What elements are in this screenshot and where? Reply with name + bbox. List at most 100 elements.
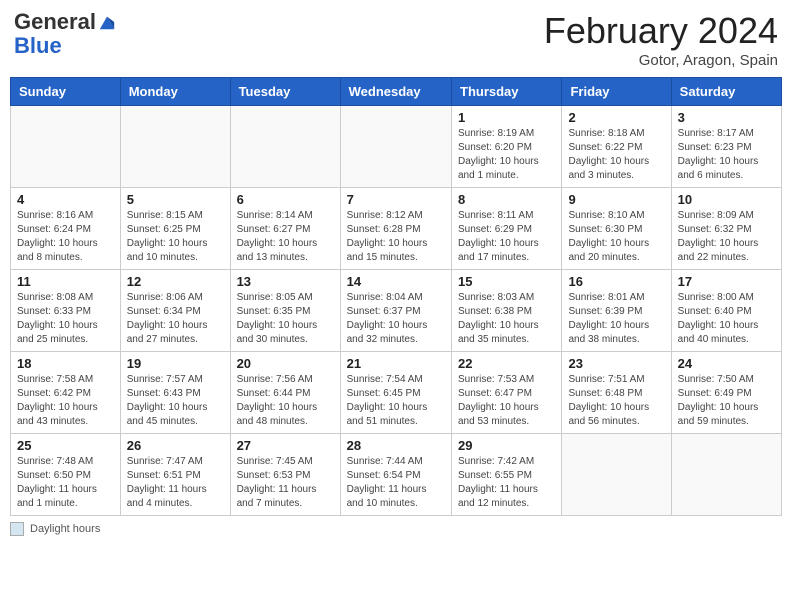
- logo-icon: [98, 13, 116, 31]
- week-row-1: 4 Sunrise: 8:16 AM Sunset: 6:24 PM Daylig…: [11, 188, 782, 270]
- day-info: Sunrise: 7:42 AM Sunset: 6:55 PM Dayligh…: [458, 455, 555, 511]
- day-number: 15: [458, 274, 555, 289]
- day-info: Sunrise: 7:45 AM Sunset: 6:53 PM Dayligh…: [237, 455, 334, 511]
- calendar-cell: 25Sunrise: 7:48 AM Sunset: 6:50 PM Dayli…: [11, 434, 121, 516]
- footer-note: Daylight hours: [10, 522, 782, 536]
- day-info: Sunrise: 8:18 AM Sunset: 6:22 PM Dayligh…: [568, 127, 664, 183]
- day-number: 17: [678, 274, 775, 289]
- day-info: Sunrise: 8:11 AM Sunset: 6:29 PM Dayligh…: [458, 209, 555, 265]
- calendar-header-thursday: Thursday: [452, 78, 562, 106]
- day-info: Sunrise: 7:50 AM Sunset: 6:49 PM Dayligh…: [678, 373, 775, 429]
- week-row-3: 18 Sunrise: 7:58 AM Sunset: 6:42 PM Dayli…: [11, 352, 782, 434]
- day-number: 11: [17, 274, 114, 289]
- day-info: Sunrise: 8:15 AM Sunset: 6:25 PM Dayligh…: [127, 209, 224, 265]
- calendar-header-tuesday: Tuesday: [230, 78, 340, 106]
- calendar-table: SundayMondayTuesdayWednesdayThursdayFrid…: [10, 77, 782, 516]
- logo: General Blue: [14, 10, 116, 58]
- day-number: 25: [17, 438, 114, 453]
- day-number: 5: [127, 192, 224, 207]
- day-number: 21: [347, 356, 445, 371]
- day-number: 16: [568, 274, 664, 289]
- day-number: 18: [17, 356, 114, 371]
- day-info: Sunrise: 7:58 AM Sunset: 6:42 PM Dayligh…: [17, 373, 114, 429]
- day-info: Sunrise: 8:16 AM Sunset: 6:24 PM Dayligh…: [17, 209, 114, 265]
- calendar-cell: 27 Sunrise: 7:45 AM Sunset: 6:53 PM Dayli…: [230, 434, 340, 516]
- calendar-header-row: SundayMondayTuesdayWednesdayThursdayFrid…: [11, 78, 782, 106]
- day-info: Sunrise: 8:05 AM Sunset: 6:35 PM Dayligh…: [237, 291, 334, 347]
- calendar-header-monday: Monday: [120, 78, 230, 106]
- calendar-cell: 2Sunrise: 8:18 AM Sunset: 6:22 PM Daylig…: [562, 106, 671, 188]
- day-info: Sunrise: 8:17 AM Sunset: 6:23 PM Dayligh…: [678, 127, 775, 183]
- daylight-label: Daylight hours: [30, 523, 100, 535]
- calendar-cell: 23 Sunrise: 7:51 AM Sunset: 6:48 PM Dayli…: [562, 352, 671, 434]
- calendar-cell: 3 Sunrise: 8:17 AM Sunset: 6:23 PM Daylig…: [671, 106, 781, 188]
- page-header: General Blue February 2024 Gotor, Aragon…: [10, 10, 782, 69]
- calendar-cell: 6 Sunrise: 8:14 AM Sunset: 6:27 PM Daylig…: [230, 188, 340, 270]
- day-number: 23: [568, 356, 664, 371]
- calendar-cell: 21 Sunrise: 7:54 AM Sunset: 6:45 PM Dayli…: [340, 352, 451, 434]
- calendar-cell: 4 Sunrise: 8:16 AM Sunset: 6:24 PM Daylig…: [11, 188, 121, 270]
- calendar-cell: 8 Sunrise: 8:11 AM Sunset: 6:29 PM Daylig…: [452, 188, 562, 270]
- day-number: 19: [127, 356, 224, 371]
- day-number: 24: [678, 356, 775, 371]
- location: Gotor, Aragon, Spain: [544, 52, 778, 69]
- calendar-cell: 28 Sunrise: 7:44 AM Sunset: 6:54 PM Dayli…: [340, 434, 451, 516]
- day-info: Sunrise: 8:00 AM Sunset: 6:40 PM Dayligh…: [678, 291, 775, 347]
- day-number: 8: [458, 192, 555, 207]
- calendar-cell: 13Sunrise: 8:05 AM Sunset: 6:35 PM Dayli…: [230, 270, 340, 352]
- day-info: Sunrise: 8:04 AM Sunset: 6:37 PM Dayligh…: [347, 291, 445, 347]
- day-info: Sunrise: 8:01 AM Sunset: 6:39 PM Dayligh…: [568, 291, 664, 347]
- day-info: Sunrise: 7:54 AM Sunset: 6:45 PM Dayligh…: [347, 373, 445, 429]
- day-info: Sunrise: 8:03 AM Sunset: 6:38 PM Dayligh…: [458, 291, 555, 347]
- calendar-cell: 24 Sunrise: 7:50 AM Sunset: 6:49 PM Dayli…: [671, 352, 781, 434]
- week-row-4: 25Sunrise: 7:48 AM Sunset: 6:50 PM Dayli…: [11, 434, 782, 516]
- day-number: 27: [237, 438, 334, 453]
- calendar-cell: [562, 434, 671, 516]
- day-info: Sunrise: 7:57 AM Sunset: 6:43 PM Dayligh…: [127, 373, 224, 429]
- calendar-cell: 18 Sunrise: 7:58 AM Sunset: 6:42 PM Dayli…: [11, 352, 121, 434]
- month-title: February 2024: [544, 10, 778, 52]
- calendar-cell: 16 Sunrise: 8:01 AM Sunset: 6:39 PM Dayli…: [562, 270, 671, 352]
- day-info: Sunrise: 7:56 AM Sunset: 6:44 PM Dayligh…: [237, 373, 334, 429]
- day-info: Sunrise: 8:19 AM Sunset: 6:20 PM Dayligh…: [458, 127, 555, 183]
- day-number: 22: [458, 356, 555, 371]
- calendar-cell: [120, 106, 230, 188]
- day-info: Sunrise: 7:44 AM Sunset: 6:54 PM Dayligh…: [347, 455, 445, 511]
- day-info: Sunrise: 8:06 AM Sunset: 6:34 PM Dayligh…: [127, 291, 224, 347]
- day-info: Sunrise: 8:14 AM Sunset: 6:27 PM Dayligh…: [237, 209, 334, 265]
- day-info: Sunrise: 8:08 AM Sunset: 6:33 PM Dayligh…: [17, 291, 114, 347]
- logo-general: General: [14, 10, 96, 34]
- calendar-cell: 11 Sunrise: 8:08 AM Sunset: 6:33 PM Dayli…: [11, 270, 121, 352]
- daylight-box: [10, 522, 24, 536]
- day-number: 14: [347, 274, 445, 289]
- day-number: 3: [678, 110, 775, 125]
- calendar-cell: [11, 106, 121, 188]
- calendar-cell: 19 Sunrise: 7:57 AM Sunset: 6:43 PM Dayli…: [120, 352, 230, 434]
- calendar-header-wednesday: Wednesday: [340, 78, 451, 106]
- week-row-0: 1Sunrise: 8:19 AM Sunset: 6:20 PM Daylig…: [11, 106, 782, 188]
- day-number: 4: [17, 192, 114, 207]
- calendar-cell: 10Sunrise: 8:09 AM Sunset: 6:32 PM Dayli…: [671, 188, 781, 270]
- calendar-cell: 22Sunrise: 7:53 AM Sunset: 6:47 PM Dayli…: [452, 352, 562, 434]
- calendar-cell: 7Sunrise: 8:12 AM Sunset: 6:28 PM Daylig…: [340, 188, 451, 270]
- calendar-cell: [340, 106, 451, 188]
- calendar-cell: 9 Sunrise: 8:10 AM Sunset: 6:30 PM Daylig…: [562, 188, 671, 270]
- day-number: 26: [127, 438, 224, 453]
- calendar-cell: 14 Sunrise: 8:04 AM Sunset: 6:37 PM Dayli…: [340, 270, 451, 352]
- calendar-header-saturday: Saturday: [671, 78, 781, 106]
- day-number: 20: [237, 356, 334, 371]
- calendar-cell: 26Sunrise: 7:47 AM Sunset: 6:51 PM Dayli…: [120, 434, 230, 516]
- calendar-cell: [230, 106, 340, 188]
- day-number: 28: [347, 438, 445, 453]
- calendar-cell: 1Sunrise: 8:19 AM Sunset: 6:20 PM Daylig…: [452, 106, 562, 188]
- calendar-header-sunday: Sunday: [11, 78, 121, 106]
- calendar-cell: 17 Sunrise: 8:00 AM Sunset: 6:40 PM Dayli…: [671, 270, 781, 352]
- day-number: 12: [127, 274, 224, 289]
- day-number: 9: [568, 192, 664, 207]
- day-number: 6: [237, 192, 334, 207]
- calendar-header-friday: Friday: [562, 78, 671, 106]
- day-info: Sunrise: 8:10 AM Sunset: 6:30 PM Dayligh…: [568, 209, 664, 265]
- calendar-cell: 29 Sunrise: 7:42 AM Sunset: 6:55 PM Dayli…: [452, 434, 562, 516]
- day-number: 29: [458, 438, 555, 453]
- day-info: Sunrise: 7:51 AM Sunset: 6:48 PM Dayligh…: [568, 373, 664, 429]
